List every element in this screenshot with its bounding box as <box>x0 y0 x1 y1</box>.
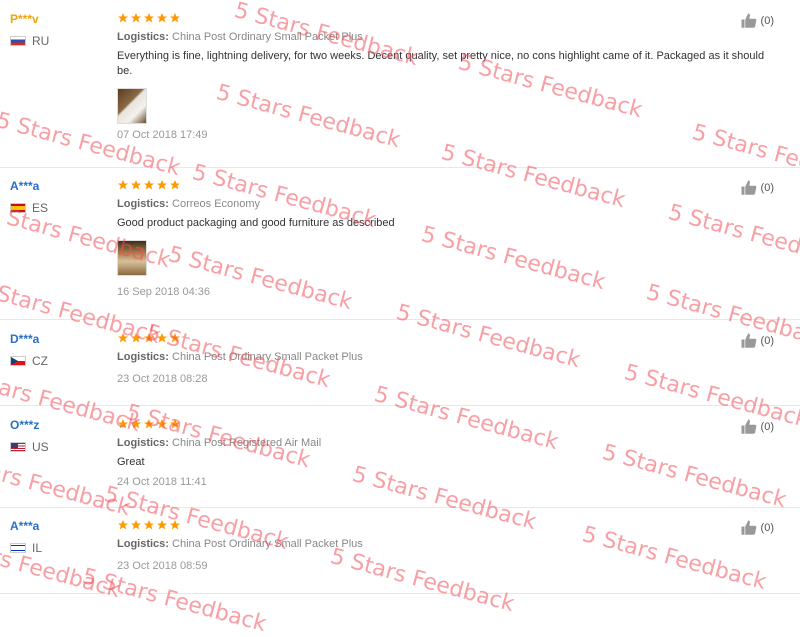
review-date: 23 Oct 2018 08:28 <box>117 373 208 385</box>
flag-ru-icon <box>10 36 26 46</box>
helpful-count: (0) <box>760 335 774 347</box>
review-text: Good product packaging and good furnitur… <box>117 217 395 229</box>
rating-stars <box>117 519 770 533</box>
star-icon <box>118 520 128 530</box>
star-icon <box>157 419 167 429</box>
star-icon <box>131 333 141 343</box>
reviewer-name[interactable]: P***v <box>10 12 49 26</box>
reviewer-country: CZ <box>10 354 48 368</box>
logistics-info: Logistics: Correos Economy <box>117 198 261 210</box>
thumbs-up-icon <box>741 13 756 28</box>
review-item: A***a ES Logistics: Correos Economy Good… <box>0 167 800 320</box>
review-date: 07 Oct 2018 17:49 <box>117 129 208 141</box>
helpful-button[interactable]: (0) <box>740 179 774 197</box>
logistics-info: Logistics: China Post Registered Air Mai… <box>117 437 322 449</box>
review-item: A***a IL Logistics: China Post Ordinary … <box>0 507 800 594</box>
thumbs-up-icon <box>741 520 756 535</box>
star-icon <box>144 419 154 429</box>
star-icon <box>157 520 167 530</box>
reviewer-name[interactable]: A***a <box>10 179 48 193</box>
rating-stars <box>117 418 770 432</box>
star-icon <box>157 13 167 23</box>
rating-stars <box>117 179 770 193</box>
star-icon <box>157 333 167 343</box>
star-icon <box>144 13 154 23</box>
star-icon <box>170 13 180 23</box>
star-icon <box>131 419 141 429</box>
country-code: CZ <box>32 354 48 368</box>
star-icon <box>131 180 141 190</box>
review-date: 24 Oct 2018 11:41 <box>117 476 207 488</box>
helpful-count: (0) <box>760 15 774 27</box>
logistics-info: Logistics: China Post Ordinary Small Pac… <box>117 351 363 363</box>
reviewer-name[interactable]: A***a <box>10 519 42 533</box>
review-text: Everything is fine, lightning delivery, … <box>117 50 765 77</box>
review-item: D***a CZ Logistics: China Post Ordinary … <box>0 319 800 406</box>
reviewer-country: IL <box>10 541 42 555</box>
helpful-count: (0) <box>760 522 774 534</box>
flag-es-icon <box>10 203 26 213</box>
thumbs-up-icon <box>741 333 756 348</box>
star-icon <box>118 13 128 23</box>
review-item: P***v RU Logistics: China Post Ordinary … <box>0 0 800 168</box>
helpful-count: (0) <box>760 421 774 433</box>
helpful-button[interactable]: (0) <box>740 12 774 30</box>
thumbs-up-icon <box>741 419 756 434</box>
reviewer-name[interactable]: O***z <box>10 418 49 432</box>
star-icon <box>118 419 128 429</box>
review-photo[interactable] <box>117 240 147 276</box>
star-icon <box>144 180 154 190</box>
star-icon <box>131 520 141 530</box>
rating-stars <box>117 332 770 346</box>
helpful-button[interactable]: (0) <box>740 418 774 436</box>
country-code: ES <box>32 201 49 215</box>
star-icon <box>144 333 154 343</box>
review-date: 16 Sep 2018 04:36 <box>117 286 210 298</box>
reviewer-country: RU <box>10 34 49 48</box>
flag-cz-icon <box>10 356 26 366</box>
star-icon <box>118 180 128 190</box>
helpful-button[interactable]: (0) <box>740 519 774 537</box>
star-icon <box>170 333 180 343</box>
review-text: Great <box>117 456 145 468</box>
reviewer-country: US <box>10 440 49 454</box>
flag-il-icon <box>10 543 26 553</box>
review-photo[interactable] <box>117 88 147 124</box>
star-icon <box>170 520 180 530</box>
star-icon <box>170 180 180 190</box>
logistics-info: Logistics: China Post Ordinary Small Pac… <box>117 538 363 550</box>
country-code: US <box>32 440 49 454</box>
star-icon <box>131 13 141 23</box>
rating-stars <box>117 12 770 26</box>
review-item: O***z US Logistics: China Post Registere… <box>0 405 800 508</box>
reviewer-name[interactable]: D***a <box>10 332 48 346</box>
helpful-count: (0) <box>760 182 774 194</box>
helpful-button[interactable]: (0) <box>740 332 774 350</box>
star-icon <box>118 333 128 343</box>
country-code: RU <box>32 34 50 48</box>
star-icon <box>170 419 180 429</box>
reviewer-country: ES <box>10 201 48 215</box>
review-date: 23 Oct 2018 08:59 <box>117 560 208 572</box>
star-icon <box>157 180 167 190</box>
star-icon <box>144 520 154 530</box>
logistics-info: Logistics: China Post Ordinary Small Pac… <box>117 31 363 43</box>
flag-us-icon <box>10 442 26 452</box>
thumbs-up-icon <box>741 180 756 195</box>
country-code: IL <box>32 541 43 555</box>
